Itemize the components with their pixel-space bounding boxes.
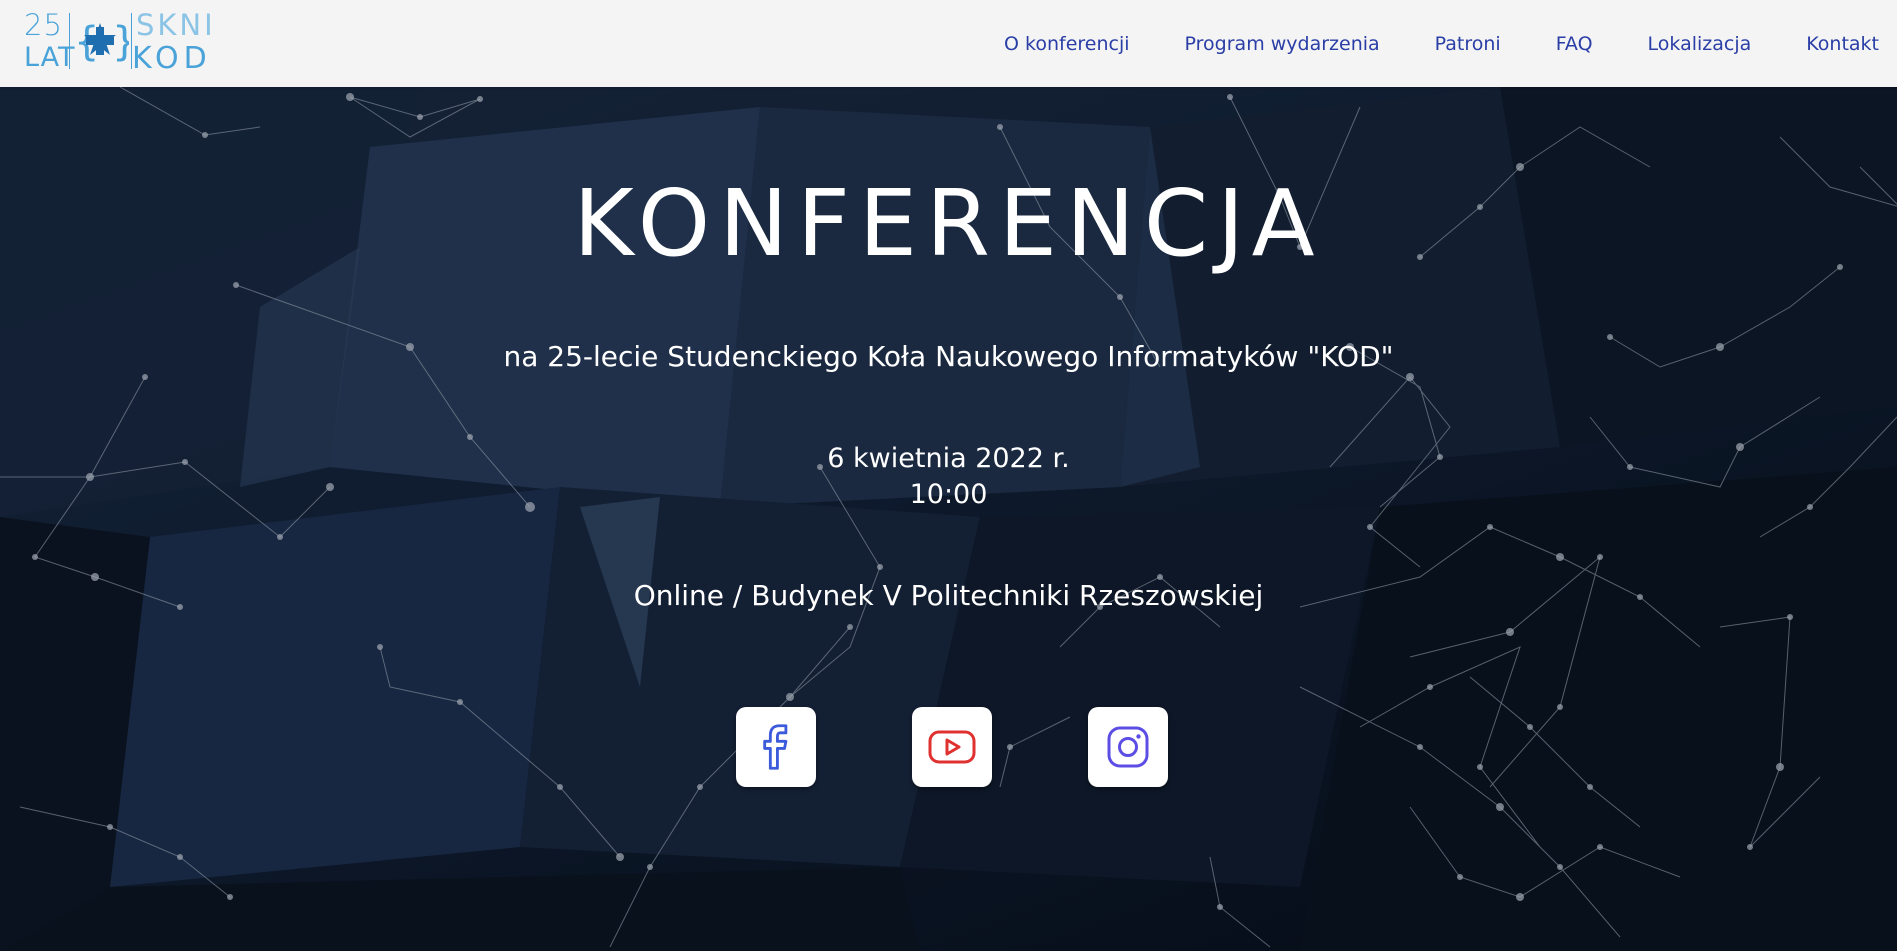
logo-years-label: LAT xyxy=(24,42,76,73)
main-nav: O konferencji Program wydarzenia Patroni… xyxy=(949,0,1879,87)
nav-link-patroni[interactable]: Patroni xyxy=(1435,33,1501,55)
nav-link-kontakt[interactable]: Kontakt xyxy=(1806,33,1879,55)
logo-emblem-icon: { } xyxy=(74,19,129,65)
logo-years: 25 xyxy=(24,8,63,42)
instagram-button[interactable] xyxy=(1088,707,1168,787)
site-header: 25 LAT { } SKNI KOD O konferencji Progra… xyxy=(0,0,1897,87)
facebook-icon xyxy=(763,724,788,770)
social-links xyxy=(736,707,1168,787)
nav-link-faq[interactable]: FAQ xyxy=(1556,33,1593,55)
nav-link-lokalizacja[interactable]: Lokalizacja xyxy=(1648,33,1752,55)
hero-title: KONFERENCJA xyxy=(573,170,1324,277)
logo-org-top: SKNI xyxy=(136,8,216,42)
event-datetime: 6 kwietnia 2022 r. 10:00 xyxy=(0,441,1897,513)
logo-divider xyxy=(69,13,70,69)
youtube-icon xyxy=(928,730,976,764)
event-location: Online / Budynek V Politechniki Rzeszows… xyxy=(633,579,1264,612)
facebook-button[interactable] xyxy=(736,707,816,787)
nav-link-program[interactable]: Program wydarzenia xyxy=(1185,33,1380,55)
hero-content: KONFERENCJA na 25-lecie Studenckiego Koł… xyxy=(0,87,1897,951)
nav-link-o-konferencji[interactable]: O konferencji xyxy=(1004,33,1130,55)
logo-org-bottom: KOD xyxy=(132,41,212,76)
svg-text:}: } xyxy=(112,19,129,65)
youtube-button[interactable] xyxy=(912,707,992,787)
event-date: 6 kwietnia 2022 r. xyxy=(827,443,1070,474)
skni-kod-logo[interactable]: 25 LAT { } SKNI KOD xyxy=(24,8,220,76)
hero-section: KONFERENCJA na 25-lecie Studenckiego Koł… xyxy=(0,87,1897,951)
event-time: 10:00 xyxy=(909,479,988,510)
hero-subtitle: na 25-lecie Studenckiego Koła Naukowego … xyxy=(503,340,1394,373)
instagram-icon xyxy=(1107,726,1149,768)
